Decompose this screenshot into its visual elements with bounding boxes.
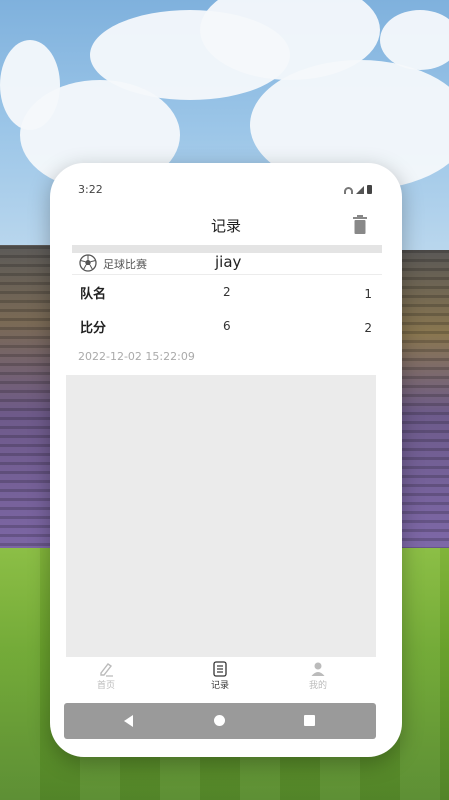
user-icon: [311, 662, 325, 676]
record-card[interactable]: 足球比赛 jiay 队名 2 1 比分 6 2: [72, 245, 382, 343]
record-timestamp: 2022-12-02 15:22:09: [78, 350, 195, 363]
record-row-team: 队名 2 1: [72, 275, 382, 309]
recent-apps-icon[interactable]: [304, 715, 315, 726]
system-nav-bar: [64, 703, 376, 739]
battery-icon: [367, 185, 372, 194]
phone-screen: 3:22 记录 足球比赛 jiay 队名 2 1 比分 6 2 2022-12-…: [50, 163, 402, 757]
signal-icon: [356, 186, 364, 194]
status-icons: [344, 185, 372, 194]
row-value-away: 2: [364, 321, 372, 335]
tab-label: 首页: [96, 681, 115, 691]
status-bar: 3:22: [50, 163, 402, 211]
stadium-right: [399, 250, 449, 550]
tab-home[interactable]: 首页: [76, 661, 136, 691]
wifi-icon: [344, 187, 353, 194]
tab-label: 记录: [210, 681, 229, 691]
row-value-away: 1: [364, 287, 372, 301]
row-value-home: 6: [223, 319, 231, 333]
list-icon: [213, 661, 227, 677]
row-label: 比分: [80, 321, 107, 336]
tab-records[interactable]: 记录: [190, 661, 250, 691]
tab-label: 我的: [308, 681, 327, 691]
content-area: [66, 375, 376, 657]
bottom-tab-bar: 首页 记录 我的: [50, 657, 402, 697]
status-time: 3:22: [78, 183, 103, 196]
record-head: 足球比赛 jiay: [72, 253, 382, 275]
tab-profile[interactable]: 我的: [288, 661, 348, 691]
row-label: 队名: [80, 287, 107, 302]
trash-icon[interactable]: [352, 215, 368, 235]
home-icon[interactable]: [214, 715, 225, 726]
football-icon: [79, 254, 97, 272]
row-value-home: 2: [223, 285, 231, 299]
page-title: 记录: [210, 217, 241, 235]
game-type-label: 足球比赛: [103, 258, 147, 271]
player-name: jiay: [215, 253, 242, 271]
back-icon[interactable]: [124, 715, 133, 727]
edit-icon: [100, 663, 113, 677]
stadium-left: [0, 245, 50, 555]
record-header-bar: [72, 245, 382, 253]
title-bar: 记录: [50, 211, 402, 245]
record-row-score: 比分 6 2: [72, 309, 382, 343]
